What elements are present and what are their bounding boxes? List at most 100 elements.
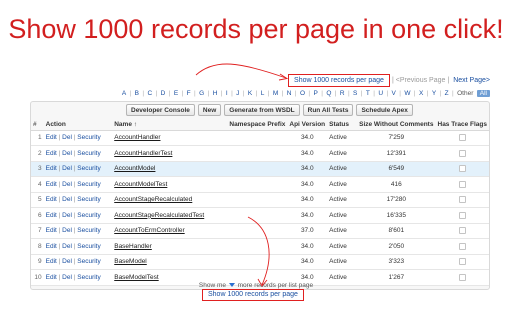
class-name-link[interactable]: BaseModel [114, 258, 147, 265]
class-name-link[interactable]: AccountHandler [114, 134, 160, 141]
edit-link[interactable]: Edit [46, 134, 57, 141]
del-link[interactable]: Del [62, 212, 72, 219]
class-name-link[interactable]: AccountToErmController [114, 227, 184, 234]
alpha-all[interactable]: All [476, 89, 490, 97]
trace-flag-checkbox[interactable] [458, 180, 466, 188]
table-row[interactable]: 1 Edit | Del | Security AccountHandler 34.0… [31, 130, 489, 146]
run-all-tests-button[interactable]: Run All Tests [302, 104, 354, 116]
security-link[interactable]: Security [77, 258, 100, 265]
del-link[interactable]: Del [62, 150, 72, 157]
alpha-letter-d[interactable]: D [161, 90, 166, 97]
alpha-letter-u[interactable]: U [378, 90, 383, 97]
header-trace-flags[interactable]: Has Trace Flags [435, 119, 489, 131]
alpha-letter-e[interactable]: E [174, 90, 178, 97]
security-link[interactable]: Security [77, 181, 100, 188]
edit-link[interactable]: Edit [46, 150, 57, 157]
new-button[interactable]: New [197, 104, 222, 116]
alpha-letter-a[interactable]: A [122, 90, 126, 97]
del-link[interactable]: Del [62, 274, 72, 281]
trace-flag-checkbox[interactable] [458, 196, 466, 204]
generate-from-wsdl-button[interactable]: Generate from WSDL [224, 104, 300, 116]
trace-flag-checkbox[interactable] [458, 134, 466, 142]
alpha-letter-j[interactable]: J [236, 90, 239, 97]
alpha-letter-n[interactable]: N [287, 90, 292, 97]
header-namespace[interactable]: Namespace Prefix [227, 119, 288, 131]
security-link[interactable]: Security [77, 243, 100, 250]
del-link[interactable]: Del [62, 243, 72, 250]
table-row[interactable]: 9 Edit | Del | Security BaseModel 34.0 Activ… [31, 254, 489, 270]
table-row[interactable]: 4 Edit | Del | Security AccountModelTest 34… [31, 176, 489, 193]
alpha-letter-f[interactable]: F [187, 90, 191, 97]
header-name[interactable]: Name ↑ [112, 119, 228, 131]
del-link[interactable]: Del [62, 134, 72, 141]
alpha-letter-k[interactable]: K [248, 90, 252, 97]
class-name-link[interactable]: AccountHandlerTest [114, 150, 172, 157]
trace-flag-checkbox[interactable] [458, 165, 466, 173]
alpha-letter-w[interactable]: W [404, 90, 410, 97]
alpha-letter-p[interactable]: P [313, 90, 317, 97]
trace-flag-checkbox[interactable] [458, 242, 466, 250]
del-link[interactable]: Del [62, 181, 72, 188]
trace-flag-checkbox[interactable] [458, 273, 466, 281]
show-1000-records-link-bottom[interactable]: Show 1000 records per page [202, 289, 304, 301]
alpha-letter-z[interactable]: Z [445, 90, 449, 97]
security-link[interactable]: Security [77, 274, 100, 281]
class-name-link[interactable]: AccountModel [114, 165, 155, 172]
edit-link[interactable]: Edit [46, 258, 57, 265]
alpha-letter-t[interactable]: T [366, 90, 370, 97]
alpha-letter-h[interactable]: H [213, 90, 218, 97]
next-page-link[interactable]: Next Page> [453, 77, 490, 84]
class-name-link[interactable]: BaseHandler [114, 243, 152, 250]
table-row[interactable]: 5 Edit | Del | Security AccountStageRecalc… [31, 192, 489, 208]
table-row[interactable]: 8 Edit | Del | Security BaseHandler 34.0 Act… [31, 238, 489, 255]
class-name-link[interactable]: AccountModelTest [114, 181, 167, 188]
edit-link[interactable]: Edit [46, 274, 57, 281]
alpha-letter-q[interactable]: Q [326, 90, 331, 97]
show-1000-records-link[interactable]: Show 1000 records per page [288, 73, 390, 87]
edit-link[interactable]: Edit [46, 227, 57, 234]
trace-flag-checkbox[interactable] [458, 211, 466, 219]
header-status[interactable]: Status [327, 119, 358, 131]
developer-console-button[interactable]: Developer Console [126, 104, 195, 116]
alpha-letter-o[interactable]: O [300, 90, 305, 97]
dropdown-triangle-icon[interactable] [228, 283, 235, 288]
alpha-letter-g[interactable]: G [199, 90, 204, 97]
alpha-letter-x[interactable]: X [419, 90, 423, 97]
security-link[interactable]: Security [77, 134, 100, 141]
table-row[interactable]: 6 Edit | Del | Security AccountStageRecalc… [31, 207, 489, 224]
table-row[interactable]: 3 Edit | Del | Security AccountModel 34.0 Ac… [31, 161, 489, 177]
security-link[interactable]: Security [77, 212, 100, 219]
trace-flag-checkbox[interactable] [458, 258, 466, 266]
del-link[interactable]: Del [62, 196, 72, 203]
header-api-version[interactable]: Api Version [287, 119, 328, 131]
trace-flag-checkbox[interactable] [458, 227, 466, 235]
edit-link[interactable]: Edit [46, 196, 57, 203]
class-name-link[interactable]: BaseModelTest [114, 274, 158, 281]
del-link[interactable]: Del [62, 258, 72, 265]
alpha-letter-y[interactable]: Y [432, 90, 436, 97]
alpha-other[interactable]: Other [457, 90, 473, 97]
edit-link[interactable]: Edit [46, 165, 57, 172]
schedule-apex-button[interactable]: Schedule Apex [356, 104, 413, 116]
alpha-letter-l[interactable]: L [261, 90, 265, 97]
alpha-letter-c[interactable]: C [147, 90, 152, 97]
table-row[interactable]: 2 Edit | Del | Security AccountHandlerTest… [31, 145, 489, 162]
security-link[interactable]: Security [77, 165, 100, 172]
del-link[interactable]: Del [62, 227, 72, 234]
table-row[interactable]: 7 Edit | Del | Security AccountToErmContro… [31, 223, 489, 239]
security-link[interactable]: Security [77, 150, 100, 157]
del-link[interactable]: Del [62, 165, 72, 172]
security-link[interactable]: Security [77, 227, 100, 234]
alpha-letter-r[interactable]: R [340, 90, 345, 97]
edit-link[interactable]: Edit [46, 181, 57, 188]
security-link[interactable]: Security [77, 196, 100, 203]
class-name-link[interactable]: AccountStageRecalculated [114, 196, 192, 203]
alpha-letter-i[interactable]: I [226, 90, 228, 97]
class-name-link[interactable]: AccountStageRecalculatedTest [114, 212, 204, 219]
header-size[interactable]: Size Without Comments [357, 119, 436, 131]
edit-link[interactable]: Edit [46, 212, 57, 219]
alpha-letter-m[interactable]: M [273, 90, 278, 97]
alpha-letter-b[interactable]: B [135, 90, 139, 97]
alpha-letter-s[interactable]: S [353, 90, 357, 97]
edit-link[interactable]: Edit [46, 243, 57, 250]
